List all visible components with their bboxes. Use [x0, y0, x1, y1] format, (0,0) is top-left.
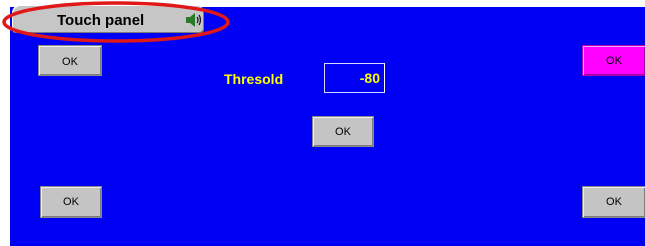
threshold-input[interactable] [324, 63, 385, 93]
speaker-wave-outer [198, 14, 202, 26]
speaker-cone [190, 13, 195, 27]
threshold-label: Thresold [224, 71, 284, 87]
speaker-icon-graphic [186, 13, 202, 27]
page: OK OK Thresold OK OK OK Touch panel [0, 0, 645, 246]
ok-button-top-left[interactable]: OK [38, 45, 102, 76]
touch-panel-screen: OK OK Thresold OK OK OK [10, 7, 645, 246]
speaker-body [186, 17, 190, 23]
ok-button-bottom-right[interactable]: OK [582, 186, 645, 218]
panel-title: Touch panel [57, 12, 145, 29]
ok-button-center[interactable]: OK [312, 116, 374, 147]
ok-button-top-right[interactable]: OK [582, 45, 645, 76]
panel-title-tab[interactable]: Touch panel [12, 5, 204, 33]
ok-button-bottom-left[interactable]: OK [40, 186, 102, 218]
speaker-icon[interactable] [185, 13, 203, 27]
speaker-wave-inner [196, 16, 199, 24]
